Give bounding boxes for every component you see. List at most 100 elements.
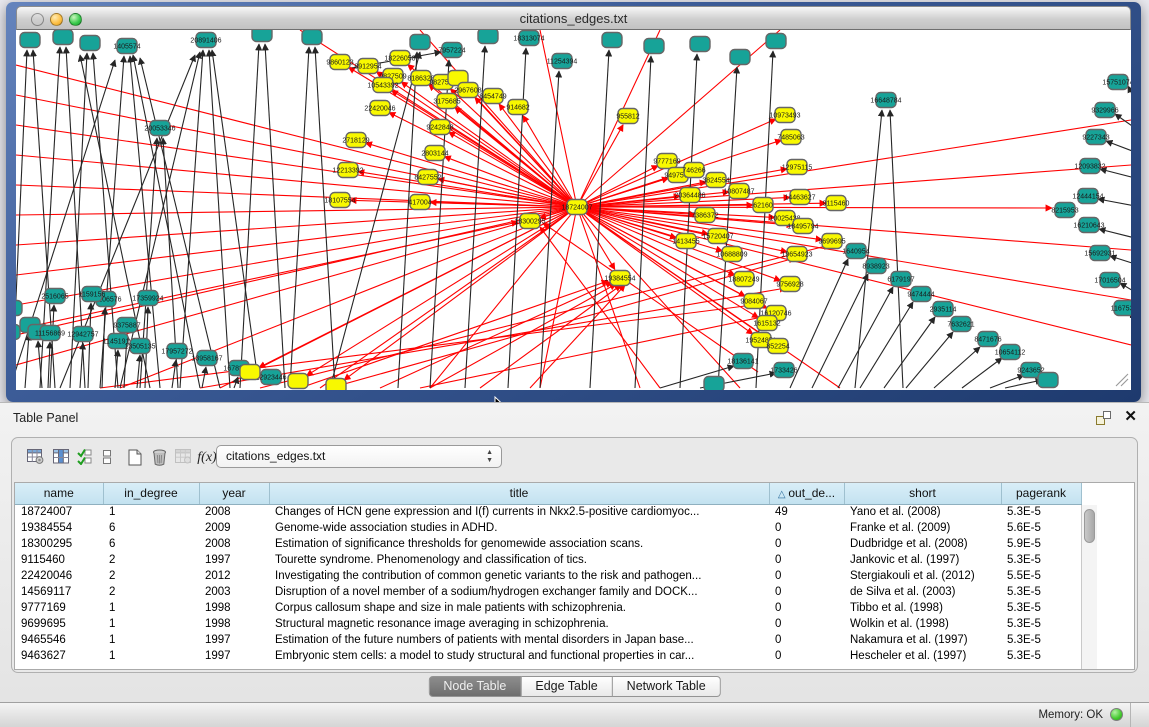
table-cell[interactable]: 1 bbox=[103, 616, 199, 632]
table-cell[interactable]: Corpus callosum shape and size in male p… bbox=[269, 600, 769, 616]
table-cell[interactable]: 0 bbox=[769, 648, 844, 664]
select-all-icon[interactable] bbox=[74, 447, 96, 469]
graph-node[interactable]: 15692931 bbox=[1084, 246, 1115, 261]
graph-node[interactable] bbox=[730, 50, 750, 65]
table-cell[interactable]: Wolkin et al. (1998) bbox=[844, 616, 1001, 632]
network-canvas[interactable]: 1405574208914067957224183130741125439420… bbox=[16, 30, 1131, 390]
graph-node[interactable]: 3175685 bbox=[433, 94, 460, 109]
graph-node[interactable]: 7957224 bbox=[438, 43, 465, 58]
graph-node[interactable]: 9756928 bbox=[776, 277, 803, 292]
graph-node[interactable]: 7632621 bbox=[947, 317, 974, 332]
float-panel-icon[interactable] bbox=[1096, 411, 1111, 425]
table-cell[interactable]: 0 bbox=[769, 536, 844, 552]
table-cell[interactable]: 5.3E-5 bbox=[1001, 648, 1081, 664]
table-cell[interactable]: 6 bbox=[103, 520, 199, 536]
table-selector-dropdown[interactable]: citations_edges.txt ▲▼ bbox=[216, 445, 502, 468]
function-builder-icon[interactable]: f(x) bbox=[196, 447, 218, 469]
graph-node[interactable] bbox=[252, 30, 272, 42]
graph-node[interactable] bbox=[302, 30, 322, 45]
table-cell[interactable]: 5.6E-5 bbox=[1001, 520, 1081, 536]
table-cell[interactable]: Stergiakouli et al. (2012) bbox=[844, 568, 1001, 584]
table-cell[interactable]: 1997 bbox=[199, 648, 269, 664]
import-table-icon[interactable] bbox=[172, 447, 194, 469]
graph-node[interactable]: 9242848 bbox=[426, 120, 453, 135]
table-cell[interactable]: 2009 bbox=[199, 520, 269, 536]
graph-node[interactable]: 15751074 bbox=[1102, 75, 1131, 90]
table-cell[interactable]: 9463627 bbox=[15, 648, 103, 664]
table-row[interactable]: 1938455462009Genome-wide association stu… bbox=[15, 520, 1081, 536]
graph-node[interactable]: 14463627 bbox=[784, 190, 815, 205]
graph-node[interactable]: 13958167 bbox=[191, 351, 222, 366]
clear-selection-icon[interactable] bbox=[96, 447, 118, 469]
graph-node[interactable] bbox=[326, 379, 346, 391]
table-row[interactable]: 969969511998Structural magnetic resonanc… bbox=[15, 616, 1081, 632]
table-cell[interactable]: 0 bbox=[769, 552, 844, 568]
graph-node[interactable]: 8427552 bbox=[414, 170, 441, 185]
graph-node[interactable]: 9375887 bbox=[113, 318, 140, 333]
graph-node[interactable]: 15720407 bbox=[702, 229, 733, 244]
graph-node[interactable] bbox=[690, 37, 710, 52]
graph-node[interactable]: 1413455 bbox=[672, 234, 699, 249]
table-cell[interactable]: 9465546 bbox=[15, 632, 103, 648]
close-panel-icon[interactable]: ✕ bbox=[1124, 408, 1137, 426]
graph-node[interactable] bbox=[644, 39, 664, 54]
column-header-out_de[interactable]: △ out_de... bbox=[769, 483, 844, 504]
table-cell[interactable]: 22420046 bbox=[15, 568, 103, 584]
table-row[interactable]: 2242004622012Investigating the contribut… bbox=[15, 568, 1081, 584]
graph-node[interactable] bbox=[602, 33, 622, 48]
table-cell[interactable]: 1 bbox=[103, 648, 199, 664]
graph-node[interactable]: 3824554 bbox=[702, 173, 729, 188]
table-cell[interactable]: Tibbo et al. (1998) bbox=[844, 600, 1001, 616]
graph-node[interactable] bbox=[80, 36, 100, 51]
graph-node[interactable] bbox=[20, 33, 40, 48]
graph-node[interactable]: 9227343 bbox=[1082, 130, 1109, 145]
table-row[interactable]: 1456911722003Disruption of a novel membe… bbox=[15, 584, 1081, 600]
graph-node[interactable]: 12975115 bbox=[782, 160, 813, 175]
graph-node[interactable] bbox=[766, 34, 786, 49]
graph-node[interactable]: 8912954 bbox=[354, 59, 381, 74]
graph-node[interactable]: 18107554 bbox=[324, 193, 355, 208]
tab-network-table[interactable]: Network Table bbox=[613, 676, 721, 697]
graph-node[interactable] bbox=[16, 301, 22, 316]
table-cell[interactable]: 2 bbox=[103, 552, 199, 568]
table-cell[interactable]: Embryonic stem cells: a model to study s… bbox=[269, 648, 769, 664]
graph-node[interactable]: 12093832 bbox=[1074, 159, 1105, 174]
graph-node[interactable]: 8215953 bbox=[1051, 203, 1078, 218]
graph-node[interactable]: 1640954 bbox=[842, 244, 869, 259]
table-cell[interactable]: Structural magnetic resonance image aver… bbox=[269, 616, 769, 632]
table-cell[interactable]: 5.3E-5 bbox=[1001, 632, 1081, 648]
table-cell[interactable]: 9115460 bbox=[15, 552, 103, 568]
graph-node[interactable]: 1733426 bbox=[770, 363, 797, 378]
table-cell[interactable]: 2 bbox=[103, 584, 199, 600]
table-row[interactable]: 946554611997Estimation of the future num… bbox=[15, 632, 1081, 648]
table-scrollbar[interactable] bbox=[1081, 505, 1097, 669]
scrollbar-thumb[interactable] bbox=[1084, 509, 1095, 543]
table-row[interactable]: 977716911998Corpus callosum shape and si… bbox=[15, 600, 1081, 616]
table-row[interactable]: 1872400712008Changes of HCN gene express… bbox=[15, 504, 1081, 520]
graph-node[interactable]: 1159156 bbox=[79, 287, 106, 302]
graph-node[interactable]: 955812 bbox=[616, 109, 639, 124]
graph-node[interactable]: 9860123 bbox=[326, 55, 353, 70]
table-cell[interactable]: Jankovic et al. (1997) bbox=[844, 552, 1001, 568]
graph-node[interactable]: 2803144 bbox=[421, 146, 448, 161]
graph-node[interactable]: 9115460 bbox=[823, 196, 850, 211]
table-cell[interactable]: 0 bbox=[769, 520, 844, 536]
column-header-in_degree[interactable]: in_degree bbox=[103, 483, 199, 504]
graph-node[interactable] bbox=[410, 35, 430, 50]
table-cell[interactable]: 1 bbox=[103, 600, 199, 616]
graph-node[interactable]: 2935114 bbox=[930, 302, 957, 317]
graph-node[interactable]: 10654112 bbox=[995, 345, 1026, 360]
graph-node[interactable]: 20364486 bbox=[674, 188, 705, 203]
table-cell[interactable]: 5.3E-5 bbox=[1001, 600, 1081, 616]
table-cell[interactable]: 9699695 bbox=[15, 616, 103, 632]
table-cell[interactable]: 49 bbox=[769, 504, 844, 520]
column-header-title[interactable]: title bbox=[269, 483, 769, 504]
table-cell[interactable]: de Silva et al. (2003) bbox=[844, 584, 1001, 600]
graph-node[interactable]: 8454749 bbox=[479, 89, 506, 104]
tab-edge-table[interactable]: Edge Table bbox=[521, 676, 612, 697]
graph-node[interactable]: 12444154 bbox=[1072, 189, 1103, 204]
graph-node[interactable]: 417004 bbox=[408, 195, 431, 210]
table-cell[interactable]: Franke et al. (2009) bbox=[844, 520, 1001, 536]
graph-node[interactable]: 914682 bbox=[506, 100, 529, 115]
delete-icon[interactable] bbox=[148, 447, 170, 469]
